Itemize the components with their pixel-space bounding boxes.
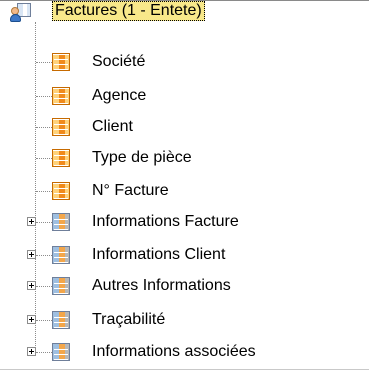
tree-item-label: N° Facture xyxy=(92,182,169,199)
field-icon xyxy=(52,87,70,105)
group-icon xyxy=(52,246,70,264)
tree-item-informations-facture[interactable]: Informations Facture xyxy=(0,210,369,234)
tree-item-agence[interactable]: Agence xyxy=(0,84,369,108)
tree-line-horizontal xyxy=(36,286,52,287)
tree-line-horizontal xyxy=(36,158,52,159)
tree-line-horizontal xyxy=(36,96,52,97)
tree-root-label[interactable]: Factures (1 - Entete) xyxy=(52,1,205,21)
tree-line-horizontal xyxy=(36,222,52,223)
tree-item-label: Informations Client xyxy=(92,246,226,263)
tree-item-label: Client xyxy=(92,118,133,135)
tree-line-horizontal xyxy=(36,62,52,63)
tree-item-label: Autres Informations xyxy=(92,277,231,294)
tree-view: Factures (1 - Entete) Société Agence Cli… xyxy=(0,0,369,373)
tree-item-autres-informations[interactable]: Autres Informations xyxy=(0,274,369,298)
tree: Factures (1 - Entete) Société Agence Cli… xyxy=(0,0,369,373)
expand-button[interactable] xyxy=(27,347,36,356)
field-icon xyxy=(52,118,70,136)
group-icon xyxy=(52,343,70,361)
tree-item-n-facture[interactable]: N° Facture xyxy=(0,179,369,203)
tree-item-societe[interactable]: Société xyxy=(0,50,369,74)
tree-item-label: Informations associées xyxy=(92,343,256,360)
tree-item-client[interactable]: Client xyxy=(0,115,369,139)
tree-line-horizontal xyxy=(36,127,52,128)
expand-button[interactable] xyxy=(27,281,36,290)
expand-button[interactable] xyxy=(27,217,36,226)
tree-line-horizontal xyxy=(36,320,52,321)
expand-button[interactable] xyxy=(27,315,36,324)
group-icon xyxy=(52,277,70,295)
field-icon xyxy=(52,53,70,71)
user-grid-icon xyxy=(10,1,32,23)
tree-item-tracabilite[interactable]: Traçabilité xyxy=(0,308,369,332)
group-icon xyxy=(52,213,70,231)
tree-item-type-de-piece[interactable]: Type de pièce xyxy=(0,146,369,170)
tree-item-label: Traçabilité xyxy=(92,311,166,328)
tree-line-horizontal xyxy=(36,352,52,353)
tree-item-informations-associees[interactable]: Informations associées xyxy=(0,340,369,364)
tree-item-label: Informations Facture xyxy=(92,213,239,230)
tree-line-horizontal xyxy=(36,255,52,256)
field-icon xyxy=(52,149,70,167)
field-icon xyxy=(52,182,70,200)
group-icon xyxy=(52,311,70,329)
tree-item-label: Type de pièce xyxy=(92,149,192,166)
tree-line-horizontal xyxy=(36,191,52,192)
expand-button[interactable] xyxy=(27,250,36,259)
bottom-border xyxy=(0,369,369,370)
tree-item-label: Agence xyxy=(92,87,147,104)
tree-item-label: Société xyxy=(92,53,146,70)
tree-root[interactable]: Factures (1 - Entete) xyxy=(0,0,369,24)
tree-item-informations-client[interactable]: Informations Client xyxy=(0,243,369,267)
